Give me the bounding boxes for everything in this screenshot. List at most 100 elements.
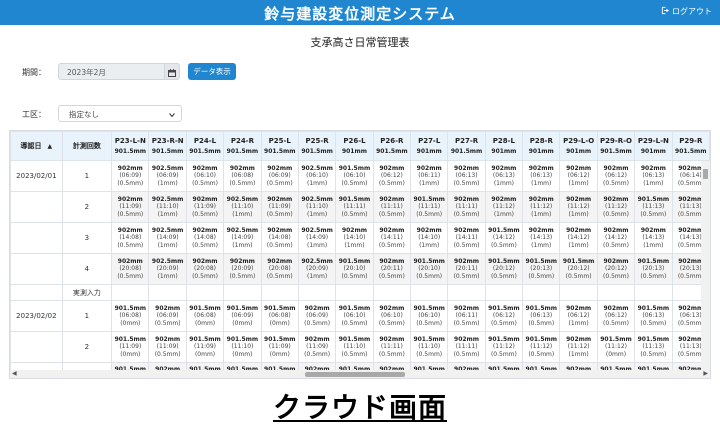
measurement-cell[interactable]: 901.5mm (06:13) (0.5mm): [634, 300, 673, 332]
measurement-cell[interactable]: 901.5mm (11:09) (0mm): [260, 331, 299, 363]
measurement-cell[interactable]: 902mm (11:11) (0.5mm): [447, 331, 486, 363]
measurement-cell[interactable]: 901.5mm (11:13) (0.5mm): [634, 331, 673, 363]
measurement-cell[interactable]: 902mm (20:08) (0.5mm): [185, 253, 225, 285]
measurement-cell[interactable]: 902mm (11:09) (0.5mm): [185, 191, 225, 223]
measurement-cell[interactable]: [484, 284, 524, 301]
measurement-cell[interactable]: 901.5mm (11:12) (0.5mm): [522, 331, 561, 363]
measurement-cell[interactable]: 901.5mm (20:10) (0.5mm): [410, 253, 449, 285]
measurement-cell[interactable]: 902mm (14:13) (1mm): [634, 222, 673, 254]
horizontal-scroll-thumb[interactable]: [305, 372, 405, 377]
measurement-cell[interactable]: 901.5mm (11:12) (0mm): [596, 331, 636, 363]
measurement-cell[interactable]: [522, 284, 561, 301]
measurement-cell[interactable]: 902mm (14:10) (1mm): [335, 222, 374, 254]
measurement-cell[interactable]: 901.5mm (11:11) (0.5mm): [410, 191, 449, 223]
measurement-cell[interactable]: 902mm (06:13) (0.5mm): [447, 160, 486, 192]
measurement-cell[interactable]: [410, 284, 449, 301]
measurement-cell[interactable]: [559, 284, 598, 301]
measurement-cell[interactable]: 901.5mm (11:11) (0.5mm): [335, 191, 374, 223]
measurement-cell[interactable]: 902.5mm (20:09) (1mm): [297, 253, 337, 285]
measurement-cell[interactable]: 901.5mm (14:12) (0.5mm): [484, 222, 524, 254]
measurement-cell[interactable]: 902mm (20:08) (0.5mm): [111, 253, 150, 285]
logout-button[interactable]: ログアウト: [661, 6, 712, 17]
measurement-cell[interactable]: 902mm (11:11) (0.5mm): [447, 191, 486, 223]
measurement-cell[interactable]: 902mm (11:09) (0.5mm): [148, 331, 187, 363]
measurement-cell[interactable]: [148, 284, 187, 301]
horizontal-scrollbar[interactable]: ◀ ▶: [10, 370, 710, 378]
measurement-cell[interactable]: 902mm (11:12) (0.5mm): [596, 191, 636, 223]
measurement-cell[interactable]: 902mm (14:08) (0.5mm): [111, 222, 150, 254]
measurement-cell[interactable]: 901.5mm (06:08) (0mm): [185, 300, 225, 332]
measurement-cell[interactable]: 902mm (06:09) (0.5mm): [148, 300, 187, 332]
measurement-cell[interactable]: 901.5mm (20:13) (0.5mm): [634, 253, 673, 285]
calendar-button[interactable]: [164, 63, 180, 80]
measurement-cell[interactable]: 902mm (11:12) (1mm): [559, 191, 598, 223]
measurement-cell[interactable]: 902.5mm (14:09) (1mm): [223, 222, 262, 254]
measurement-cell[interactable]: 901.5mm (11:12) (0.5mm): [484, 331, 524, 363]
measurement-cell[interactable]: 902mm (06:13) (1mm): [522, 160, 561, 192]
measurement-cell[interactable]: 902mm (06:13) (1mm): [634, 160, 673, 192]
measurement-cell[interactable]: 902.5mm (14:09) (1mm): [148, 222, 187, 254]
measurement-cell[interactable]: 901.5mm (11:09) (0mm): [185, 331, 225, 363]
measurement-cell[interactable]: 901.5mm (11:10) (0.5mm): [335, 331, 374, 363]
measurement-cell[interactable]: 902mm (14:10) (1mm): [410, 222, 449, 254]
measurement-cell[interactable]: 902mm (20:12) (0.5mm): [596, 253, 636, 285]
measurement-cell[interactable]: 902mm (06:11) (1mm): [410, 160, 449, 192]
measurement-cell[interactable]: 901.5mm (20:12) (0.5mm): [559, 253, 598, 285]
measurement-cell[interactable]: 902.5mm (11:10) (1mm): [148, 191, 187, 223]
measurement-cell[interactable]: 901.5mm (06:10) (0.5mm): [410, 300, 449, 332]
measurement-cell[interactable]: 901.5mm (06:09) (0mm): [223, 300, 262, 332]
section-select[interactable]: 指定なし: [58, 105, 182, 122]
measurement-cell[interactable]: 902mm (14:08) (0.5mm): [185, 222, 225, 254]
measurement-cell[interactable]: 902mm (14:11) (0.5mm): [447, 222, 486, 254]
measurement-cell[interactable]: 902mm (11:11) (0.5mm): [372, 191, 412, 223]
measurement-cell[interactable]: 902mm (11:11) (0.5mm): [372, 331, 412, 363]
measurement-cell[interactable]: 901.5mm (20:10) (0.5mm): [335, 253, 374, 285]
measurement-cell[interactable]: 902.5mm (11:10) (1mm): [297, 191, 337, 223]
measurement-cell[interactable]: 902mm (14:12) (1mm): [559, 222, 598, 254]
measurement-cell[interactable]: [335, 284, 374, 301]
measurement-cell[interactable]: 902mm (06:08) (0.5mm): [223, 160, 262, 192]
measurement-cell[interactable]: [111, 284, 150, 301]
measurement-cell[interactable]: 902mm (11:09) (0.5mm): [111, 191, 150, 223]
measurement-cell[interactable]: 901.5mm (11:10) (0.5mm): [410, 331, 449, 363]
measurement-cell[interactable]: 902mm (06:09) (0.5mm): [260, 160, 299, 192]
measurement-cell[interactable]: 901.5mm (11:10) (0mm): [223, 331, 262, 363]
scroll-left-icon[interactable]: ◀: [12, 370, 17, 377]
scroll-right-icon[interactable]: ▶: [703, 370, 708, 377]
measurement-cell[interactable]: 901.5mm (11:09) (0mm): [111, 331, 150, 363]
measurement-cell[interactable]: 902mm (06:12) (1mm): [559, 160, 598, 192]
period-input[interactable]: 2023年2月: [58, 63, 180, 80]
measurement-cell[interactable]: 902mm (06:10) (0.5mm): [185, 160, 225, 192]
measurement-cell[interactable]: 902mm (11:09) (0.5mm): [260, 191, 299, 223]
measurement-cell[interactable]: 901.5mm (06:10) (0.5mm): [335, 300, 374, 332]
measurement-cell[interactable]: 901.5mm (06:10) (0.5mm): [335, 160, 374, 192]
measurement-cell[interactable]: 902mm (06:09) (0.5mm): [297, 300, 337, 332]
measurement-cell[interactable]: 901.5mm (11:13) (0.5mm): [634, 191, 673, 223]
measurement-cell[interactable]: 902mm (06:13) (1mm): [484, 160, 524, 192]
measurement-cell[interactable]: 902mm (14:12) (0.5mm): [596, 222, 636, 254]
measurement-cell[interactable]: [447, 284, 486, 301]
measurement-cell[interactable]: 902.5mm (14:09) (1mm): [297, 222, 337, 254]
measurement-cell[interactable]: 901.5mm (20:13) (0.5mm): [522, 253, 561, 285]
measurement-cell[interactable]: [634, 284, 673, 301]
measurement-cell[interactable]: 901.5mm (06:08) (0mm): [111, 300, 150, 332]
measurement-cell[interactable]: 902mm (20:11) (0.5mm): [447, 253, 486, 285]
measurement-cell[interactable]: 902mm (06:11) (0.5mm): [447, 300, 486, 332]
measurement-cell[interactable]: 902mm (14:11) (0.5mm): [372, 222, 412, 254]
measurement-cell[interactable]: 902mm (06:12) (1mm): [559, 300, 598, 332]
measurement-cell[interactable]: 901.5mm (20:12) (0.5mm): [484, 253, 524, 285]
measurement-cell[interactable]: 902mm (14:13) (1mm): [522, 222, 561, 254]
measurement-cell[interactable]: 902mm (06:09) (0.5mm): [111, 160, 150, 192]
measurement-cell[interactable]: [223, 284, 262, 301]
measurement-cell[interactable]: 902mm (20:11) (0.5mm): [372, 253, 412, 285]
vertical-scrollbar[interactable]: [701, 161, 710, 373]
measurement-cell[interactable]: 902.5mm (06:09) (1mm): [148, 160, 187, 192]
date-column-header[interactable]: 導認日 ▲: [10, 131, 63, 161]
measurement-cell[interactable]: 901.5mm (06:13) (0.5mm): [522, 300, 561, 332]
measurement-cell[interactable]: 902mm (06:12) (0.5mm): [372, 160, 412, 192]
measurement-cell[interactable]: 902.5mm (06:10) (1mm): [297, 160, 337, 192]
measurement-cell[interactable]: 902mm (14:08) (0.5mm): [260, 222, 299, 254]
measurement-cell[interactable]: 902mm (20:09) (0.5mm): [223, 253, 262, 285]
measurement-cell[interactable]: 902.5mm (11:10) (1mm): [223, 191, 262, 223]
measurement-cell[interactable]: 902mm (11:12) (1mm): [522, 191, 561, 223]
